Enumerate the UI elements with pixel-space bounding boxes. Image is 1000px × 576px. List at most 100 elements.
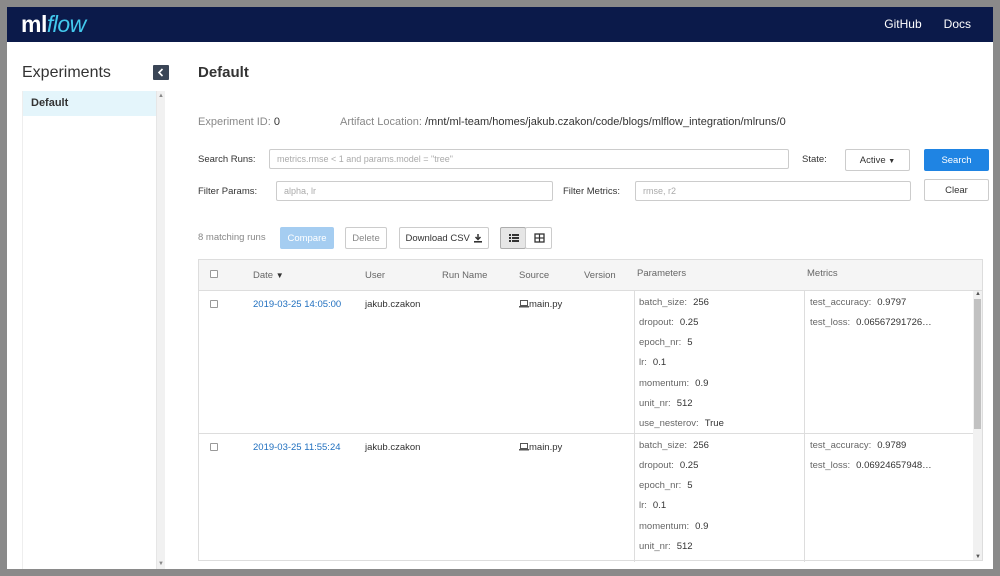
grid-view-toggle[interactable]: [525, 227, 552, 249]
run-params: batch_size: 256 dropout: 0.25 epoch_nr: 5 l…: [634, 434, 804, 562]
experiment-id-label: Experiment ID:: [198, 116, 271, 128]
docs-link[interactable]: Docs: [944, 17, 971, 31]
sidebar-item-default[interactable]: Default: [23, 91, 156, 116]
run-metrics: test_accuracy: 0.9797 test_loss: 0.0656729…: [804, 291, 973, 433]
scroll-up-icon[interactable]: ▲: [158, 93, 164, 99]
artifact-location: Artifact Location: /mnt/ml-team/homes/ja…: [340, 116, 786, 128]
search-runs-input[interactable]: metrics.rmse < 1 and params.model = "tre…: [269, 149, 789, 169]
metric-key: test_loss:: [810, 317, 851, 328]
laptop-icon: [519, 443, 529, 451]
param-value: 0.1: [652, 500, 667, 511]
row-checkbox[interactable]: [210, 300, 218, 308]
table-scrollbar[interactable]: ▲ ▼: [973, 291, 982, 560]
param-key: momentum:: [639, 378, 690, 389]
param-key: momentum:: [639, 521, 690, 532]
app-window: mlflow GitHub Docs Experiments Default ▲…: [7, 7, 993, 569]
list-view-toggle[interactable]: [500, 227, 526, 249]
col-run-name[interactable]: Run Name: [442, 270, 487, 281]
col-version[interactable]: Version: [584, 270, 616, 281]
param-dropout: dropout: 0.25: [639, 317, 698, 328]
compare-button[interactable]: Compare: [280, 227, 334, 249]
param-value: 0.1: [652, 357, 667, 368]
row-checkbox[interactable]: [210, 443, 218, 451]
param-value: 512: [676, 541, 693, 552]
metric-value: 0.9789: [877, 440, 907, 451]
param-key: unit_nr:: [639, 398, 671, 409]
metric-test-loss: test_loss: 0.06924657948…: [810, 460, 932, 471]
experiment-info: Experiment ID: 0 Artifact Location: /mnt…: [198, 116, 786, 128]
sidebar-scrollbar[interactable]: ▲ ▼: [157, 91, 165, 569]
run-source-label: main.py: [529, 442, 563, 453]
param-unit-nr: unit_nr: 512: [639, 398, 693, 409]
collapse-sidebar-button[interactable]: [153, 65, 169, 80]
param-batch-size: batch_size: 256: [639, 440, 709, 451]
param-value: 0.9: [695, 378, 709, 389]
metric-test-loss: test_loss: 0.06567291726…: [810, 317, 932, 328]
metric-key: test_accuracy:: [810, 440, 872, 451]
mlflow-logo[interactable]: mlflow: [21, 11, 86, 38]
param-key: batch_size:: [639, 440, 688, 451]
runs-table: Date ▼ User Run Name Source Version Para…: [198, 259, 983, 562]
logo-flow-text: flow: [46, 11, 86, 37]
run-date-link[interactable]: 2019-03-25 14:05:00: [253, 299, 341, 310]
metric-test-accuracy: test_accuracy: 0.9797: [810, 297, 906, 308]
param-lr: lr: 0.1: [639, 500, 666, 511]
run-user: jakub.czakon: [365, 299, 421, 310]
caret-down-icon: ▼: [888, 158, 896, 165]
metric-value: 0.06924657948…: [856, 460, 932, 471]
param-momentum: momentum: 0.9: [639, 521, 708, 532]
experiment-list: Default: [22, 91, 157, 569]
param-epoch-nr: epoch_nr: 5: [639, 337, 693, 348]
scroll-down-icon[interactable]: ▼: [975, 554, 981, 560]
table-header: Date ▼ User Run Name Source Version Para…: [199, 260, 982, 291]
download-csv-button[interactable]: Download CSV: [399, 227, 489, 249]
param-key: lr:: [639, 500, 647, 511]
run-source[interactable]: main.py: [519, 299, 562, 310]
logo-ml-text: ml: [21, 11, 47, 37]
chevron-left-icon: [157, 68, 164, 77]
metric-value: 0.9797: [877, 297, 907, 308]
col-user[interactable]: User: [365, 270, 385, 281]
col-source[interactable]: Source: [519, 270, 549, 281]
experiment-id-value: 0: [273, 116, 280, 128]
run-params: batch_size: 256 dropout: 0.25 epoch_nr: 5 l…: [634, 291, 804, 433]
param-use-nesterov: use_nesterov: True: [639, 418, 724, 429]
scroll-down-icon[interactable]: ▼: [158, 561, 164, 567]
filter-params-label: Filter Params:: [198, 186, 258, 197]
grid-view-icon: [534, 233, 545, 243]
param-value: 0.9: [695, 521, 709, 532]
experiments-sidebar: Experiments Default ▲ ▼: [7, 42, 172, 569]
artifact-location-label: Artifact Location:: [340, 116, 422, 128]
filter-metrics-input[interactable]: rmse, r2: [635, 181, 911, 201]
state-label: State:: [802, 154, 827, 165]
param-dropout: dropout: 0.25: [639, 460, 698, 471]
col-date[interactable]: Date ▼: [253, 270, 284, 281]
param-key: dropout:: [639, 460, 674, 471]
delete-button[interactable]: Delete: [345, 227, 387, 249]
select-all-checkbox[interactable]: [210, 270, 218, 278]
clear-button[interactable]: Clear: [924, 179, 989, 201]
param-key: batch_size:: [639, 297, 688, 308]
filter-params-input[interactable]: alpha, lr: [276, 181, 553, 201]
scroll-up-icon[interactable]: ▲: [975, 291, 981, 297]
state-dropdown[interactable]: Active ▼: [845, 149, 910, 171]
page-title: Default: [198, 64, 249, 81]
scrollbar-thumb[interactable]: [974, 299, 981, 429]
param-key: epoch_nr:: [639, 480, 682, 491]
filter-metrics-label: Filter Metrics:: [563, 186, 620, 197]
laptop-icon: [519, 300, 529, 308]
matching-runs-count: 8 matching runs: [198, 232, 266, 243]
col-parameters: Parameters: [637, 268, 687, 279]
run-date-link[interactable]: 2019-03-25 11:55:24: [253, 442, 341, 453]
param-value: 5: [687, 337, 693, 348]
run-user: jakub.czakon: [365, 442, 421, 453]
param-value: 256: [693, 297, 709, 308]
sidebar-title: Experiments: [22, 64, 111, 81]
github-link[interactable]: GitHub: [884, 17, 921, 31]
col-date-label: Date: [253, 270, 274, 281]
param-value: 256: [693, 440, 709, 451]
nav-links: GitHub Docs: [884, 17, 971, 31]
search-button[interactable]: Search: [924, 149, 989, 171]
run-source[interactable]: main.py: [519, 442, 562, 453]
param-value: 0.25: [679, 460, 699, 471]
